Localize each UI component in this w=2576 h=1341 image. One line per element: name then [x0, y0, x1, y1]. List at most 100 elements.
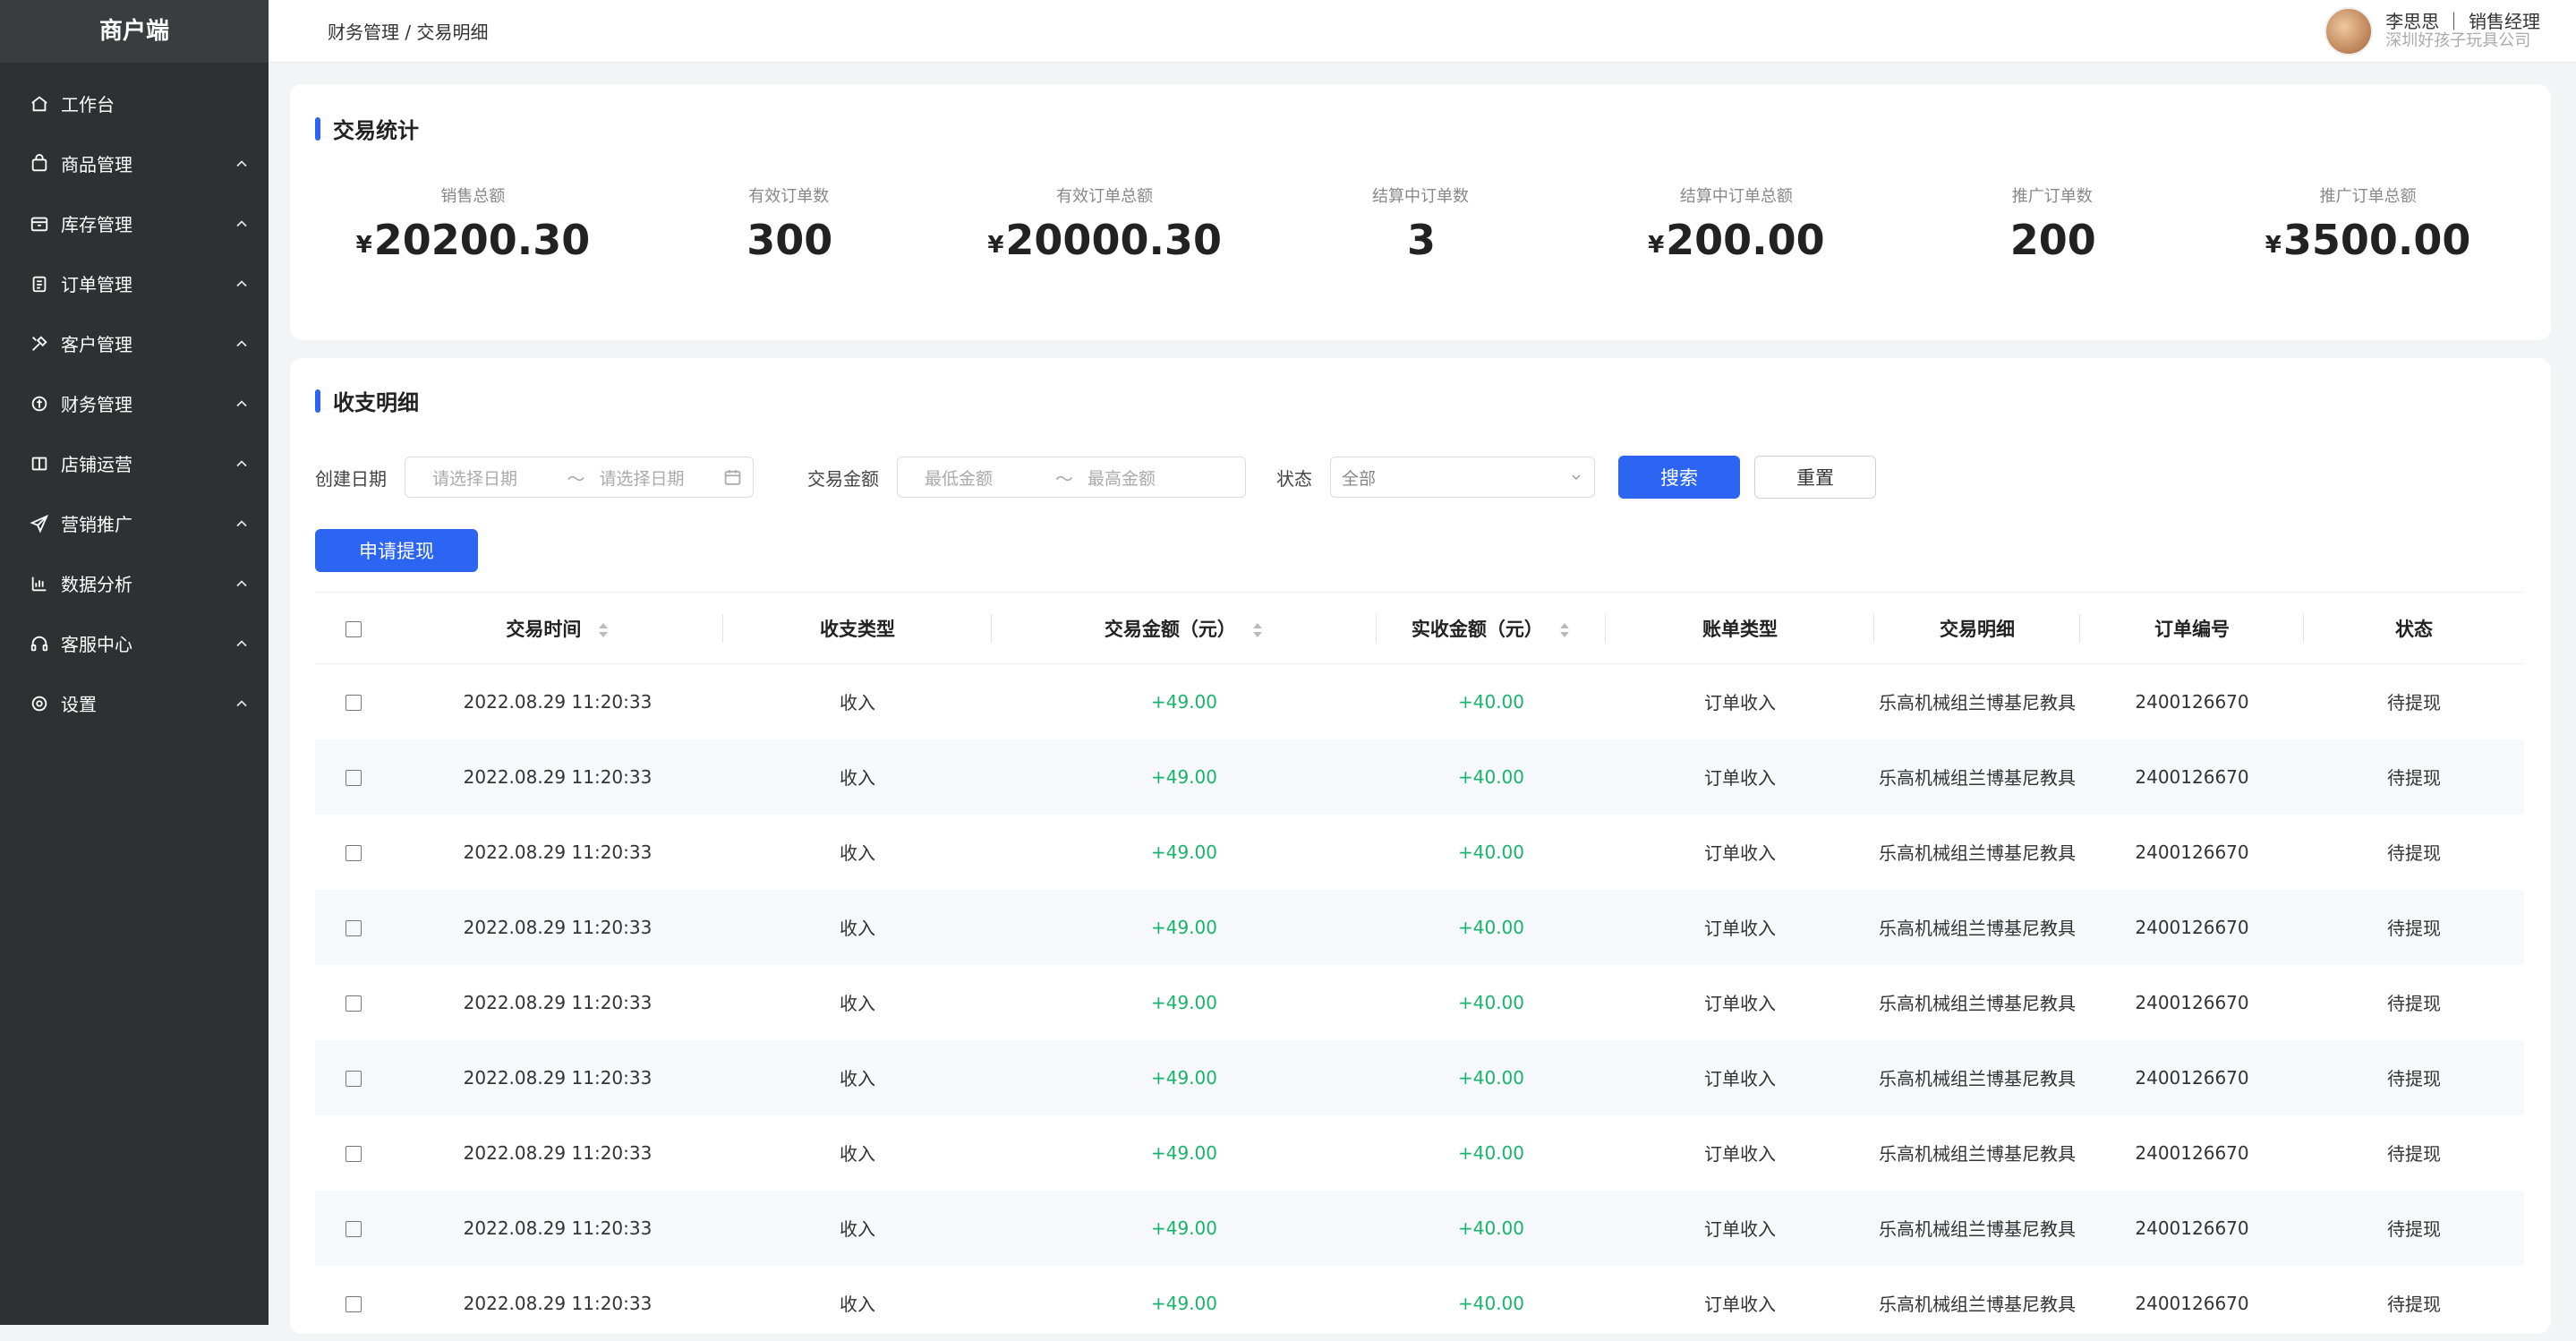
sidebar-item-label: 商品管理: [61, 154, 132, 175]
table-row[interactable]: 2022.08.29 11:20:33 收入 +49.00 +40.00 订单收入 乐高机…: [315, 739, 2524, 815]
cell-trade-time: 2022.08.29 11:20:33: [392, 1039, 723, 1115]
row-checkbox[interactable]: [345, 845, 362, 861]
search-button[interactable]: 搜索: [1618, 456, 1740, 499]
stats-card: 交易统计 销售总额 ¥20200.30 有效订单数 300 有效订单总额 ¥20…: [290, 84, 2551, 340]
cell-bill-type: 订单收入: [1704, 842, 1776, 864]
stat-promo-orders-total: 推广订单总额 ¥3500.00: [2210, 184, 2526, 264]
cell-type: 收入: [840, 842, 875, 864]
user-info: 李思思 ｜ 销售经理 深圳好孩子玩具公司: [2385, 11, 2540, 51]
row-checkbox[interactable]: [345, 1146, 362, 1162]
col-label: 订单编号: [2154, 618, 2230, 640]
sidebar-item-settings[interactable]: 设置: [0, 673, 269, 733]
col-trade-time[interactable]: 交易时间: [392, 592, 723, 664]
cell-detail: 乐高机械组兰博基尼教具: [1874, 1039, 2080, 1115]
stat-valid-orders-total: 有效订单总额 ¥20000.30: [947, 184, 1263, 264]
cell-status: 待提现: [2387, 1294, 2441, 1315]
cell-detail: 乐高机械组兰博基尼教具: [1874, 739, 2080, 815]
reset-button[interactable]: 重置: [1754, 456, 1876, 499]
sort-icon[interactable]: [1251, 621, 1264, 639]
chevron-up-icon: [236, 579, 247, 586]
row-checkbox[interactable]: [345, 995, 362, 1012]
amount-range-input[interactable]: 最低金额 ～ 最高金额: [897, 457, 1246, 498]
row-checkbox[interactable]: [345, 920, 362, 936]
table-row[interactable]: 2022.08.29 11:20:33 收入 +49.00 +40.00 订单收入 乐高机…: [315, 815, 2524, 890]
stat-settling-orders: 结算中订单数 3: [1263, 184, 1579, 264]
book-icon: [29, 453, 50, 474]
date-range-picker[interactable]: 请选择日期 ～ 请选择日期: [405, 457, 754, 498]
row-checkbox[interactable]: [345, 770, 362, 786]
calendar-icon[interactable]: [723, 467, 742, 487]
cell-order-no: 2400126670: [2080, 1039, 2304, 1115]
currency-symbol: ¥: [355, 232, 372, 259]
cell-trade-amount: +49.00: [992, 889, 1377, 965]
sidebar-item-label: 店铺运营: [61, 454, 132, 475]
status-select[interactable]: 全部: [1330, 457, 1595, 498]
apply-withdrawal-button[interactable]: 申请提现: [315, 529, 478, 572]
sort-icon[interactable]: [1558, 621, 1571, 639]
table-row[interactable]: 2022.08.29 11:20:33 收入 +49.00 +40.00 订单收入 乐高机…: [315, 1190, 2524, 1266]
row-checkbox[interactable]: [345, 1296, 362, 1312]
stats-row: 销售总额 ¥20200.30 有效订单数 300 有效订单总额 ¥20000.3…: [315, 184, 2526, 264]
table-row[interactable]: 2022.08.29 11:20:33 收入 +49.00 +40.00 订单收入 乐高机…: [315, 1266, 2524, 1341]
avatar[interactable]: [2324, 6, 2374, 56]
col-trade-amount[interactable]: 交易金额（元）: [992, 592, 1377, 664]
table-row[interactable]: 2022.08.29 11:20:33 收入 +49.00 +40.00 订单收入 乐高机…: [315, 664, 2524, 739]
stat-number: 3: [1407, 216, 1437, 264]
brand-title: 商户端: [0, 0, 269, 63]
status-select-value: 全部: [1342, 468, 1377, 489]
sidebar-item-finance[interactable]: 财务管理: [0, 373, 269, 433]
currency-symbol: ¥: [2265, 232, 2282, 259]
table-row[interactable]: 2022.08.29 11:20:33 收入 +49.00 +40.00 订单收入 乐高机…: [315, 965, 2524, 1040]
date-end-input[interactable]: 请选择日期: [599, 466, 719, 490]
stat-label: 结算中订单数: [1372, 187, 1469, 206]
cell-received-amount: +40.00: [1457, 1141, 1524, 1164]
cell-type: 收入: [840, 692, 875, 714]
cell-detail: 乐高机械组兰博基尼教具: [1879, 1143, 2076, 1165]
sidebar-item-products[interactable]: 商品管理: [0, 133, 269, 193]
date-filter-label: 创建日期: [315, 467, 387, 490]
row-checkbox[interactable]: [345, 1221, 362, 1237]
stat-number: 300: [746, 216, 833, 264]
table-row[interactable]: 2022.08.29 11:20:33 收入 +49.00 +40.00 订单收入 乐高机…: [315, 1039, 2524, 1115]
row-checkbox[interactable]: [345, 1071, 362, 1087]
date-start-input[interactable]: 请选择日期: [432, 466, 552, 490]
sidebar-item-service[interactable]: 客服中心: [0, 613, 269, 673]
sidebar-item-marketing[interactable]: 营销推广: [0, 493, 269, 553]
cell-trade-amount: +49.00: [1150, 690, 1217, 713]
table-row[interactable]: 2022.08.29 11:20:33 收入 +49.00 +40.00 订单收入 乐高机…: [315, 889, 2524, 965]
sidebar-item-analytics[interactable]: 数据分析: [0, 553, 269, 613]
stat-number: 20000.30: [1005, 216, 1222, 264]
sidebar-item-label: 工作台: [61, 94, 115, 115]
cell-status: 待提现: [2387, 692, 2441, 714]
sidebar-item-label: 客户管理: [61, 334, 132, 355]
top-bar: 财务管理 / 交易明细 李思思 ｜ 销售经理 深圳好孩子玩具公司: [269, 0, 2576, 63]
clipboard-icon: [29, 273, 50, 295]
row-checkbox[interactable]: [345, 695, 362, 712]
cell-detail: 乐高机械组兰博基尼教具: [1879, 692, 2076, 714]
chevron-up-icon: [236, 159, 247, 167]
sidebar-item-inventory[interactable]: 库存管理: [0, 193, 269, 253]
cell-trade-time: 2022.08.29 11:20:33: [463, 991, 653, 1013]
sidebar-item-customers[interactable]: 客户管理: [0, 313, 269, 373]
chart-icon: [29, 573, 50, 594]
select-all-checkbox[interactable]: [345, 620, 362, 637]
table-row[interactable]: 2022.08.29 11:20:33 收入 +49.00 +40.00 订单收入 乐高机…: [315, 1115, 2524, 1191]
cell-detail: 乐高机械组兰博基尼教具: [1879, 842, 2076, 864]
sidebar-item-store[interactable]: 店铺运营: [0, 433, 269, 493]
sidebar-item-workbench[interactable]: 工作台: [0, 73, 269, 133]
cell-received-amount: +40.00: [1377, 1190, 1606, 1266]
user-profile[interactable]: 李思思 ｜ 销售经理 深圳好孩子玩具公司: [2324, 6, 2540, 56]
amount-min-input[interactable]: 最低金额: [925, 466, 1041, 490]
cell-status: 待提现: [2304, 1039, 2524, 1115]
sort-icon[interactable]: [597, 621, 610, 639]
sidebar-item-label: 设置: [61, 694, 97, 715]
col-type: 收支类型: [723, 592, 992, 664]
stat-label: 结算中订单总额: [1679, 187, 1793, 206]
details-title: 收支明细: [315, 385, 2526, 416]
sidebar-item-orders[interactable]: 订单管理: [0, 253, 269, 313]
chevron-down-icon: [1572, 474, 1581, 480]
amount-max-input[interactable]: 最高金额: [1088, 466, 1213, 490]
col-received-amount[interactable]: 实收金额（元）: [1377, 592, 1606, 664]
stat-settling-orders-total: 结算中订单总额 ¥200.00: [1578, 184, 1894, 264]
stat-value: ¥200.00: [1578, 216, 1894, 264]
